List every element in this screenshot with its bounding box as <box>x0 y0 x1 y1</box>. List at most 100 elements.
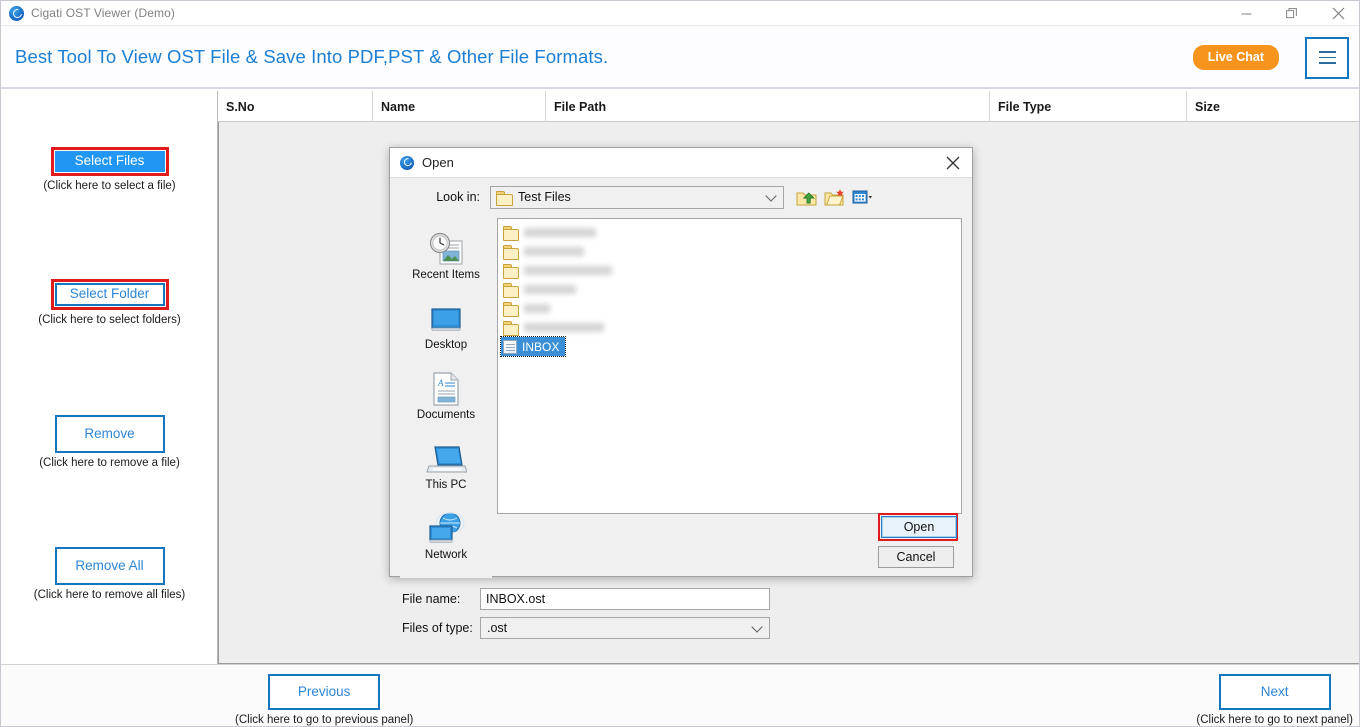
list-item-label <box>524 304 550 313</box>
close-button[interactable] <box>1315 1 1359 26</box>
dialog-fields: File name: Files of type: .ost <box>390 578 972 639</box>
list-item[interactable] <box>501 223 961 242</box>
product-banner: Best Tool To View OST File & Save Into P… <box>1 26 1359 89</box>
banner-actions: Live Chat <box>1192 26 1349 89</box>
hamburger-icon[interactable] <box>1305 36 1349 79</box>
banner-tagline: Best Tool To View OST File & Save Into P… <box>15 45 609 67</box>
remove-all-button[interactable]: Remove All <box>54 547 165 585</box>
list-item-label <box>524 247 584 256</box>
remove-hint: (Click here to remove a file) <box>39 457 180 469</box>
title-bar: Cigati OST Viewer (Demo) <box>1 1 1359 26</box>
column-header-file-type[interactable]: File Type <box>990 91 1187 122</box>
place-label: Network <box>424 549 468 561</box>
table-header-row: S.No Name File Path File Type Size <box>218 91 1359 122</box>
column-header-name[interactable]: Name <box>373 91 546 122</box>
place-this-pc[interactable]: This PC <box>400 438 492 491</box>
previous-button[interactable]: Previous <box>268 674 381 710</box>
select-folder-hint: (Click here to select folders) <box>38 314 181 326</box>
footer-bar: Previous (Click here to go to previous p… <box>1 664 1359 726</box>
remove-block: Remove (Click here to remove a file) <box>1 415 218 469</box>
new-folder-icon[interactable] <box>824 188 845 207</box>
folder-icon <box>503 264 519 279</box>
dialog-title-bar: Open <box>390 148 972 178</box>
look-in-value: Test Files <box>518 190 571 204</box>
select-folder-button[interactable]: Select Folder <box>54 283 165 306</box>
file-name-row: File name: <box>390 588 960 610</box>
files-of-type-row: Files of type: .ost <box>390 617 960 639</box>
open-file-dialog: Open Look in: Test Files Recent Items De… <box>389 147 973 639</box>
place-recent-items[interactable]: Recent Items <box>400 228 492 281</box>
chevron-down-icon <box>751 621 763 633</box>
select-folder-highlight: Select Folder <box>50 279 169 310</box>
this-pc-icon <box>400 438 492 476</box>
list-item[interactable] <box>501 318 961 337</box>
list-item-label <box>524 266 612 275</box>
cigati-logo-icon <box>9 5 24 21</box>
folder-icon <box>496 191 513 206</box>
place-documents[interactable]: A Documents <box>400 368 492 421</box>
application-window: Cigati OST Viewer (Demo) Best Tool To Vi… <box>0 0 1360 727</box>
select-folder-block: Select Folder (Click here to select fold… <box>1 279 218 326</box>
file-icon <box>503 339 517 354</box>
folder-icon <box>503 226 519 241</box>
place-label: Recent Items <box>412 269 480 281</box>
list-item[interactable] <box>501 280 961 299</box>
list-item-label: INBOX <box>522 339 560 354</box>
folder-icon <box>503 302 519 317</box>
dialog-title: Open <box>422 155 454 170</box>
dialog-close-button[interactable] <box>938 150 968 176</box>
chevron-down-icon <box>765 190 777 202</box>
list-item[interactable] <box>501 299 961 318</box>
list-item[interactable] <box>501 261 961 280</box>
cancel-button[interactable]: Cancel <box>878 546 954 568</box>
left-action-panel: Select Files (Click here to select a fil… <box>1 91 218 664</box>
folder-icon <box>503 283 519 298</box>
select-files-hint: (Click here to select a file) <box>43 180 176 192</box>
place-network[interactable]: Network <box>400 508 492 561</box>
list-item-label <box>524 228 596 237</box>
column-header-file-path[interactable]: File Path <box>546 91 990 122</box>
place-label: This PC <box>425 479 467 491</box>
remove-button[interactable]: Remove <box>54 415 165 453</box>
file-name-input[interactable] <box>480 588 770 610</box>
svg-text:A: A <box>437 378 444 388</box>
next-button[interactable]: Next <box>1218 674 1331 710</box>
place-label: Desktop <box>424 339 468 351</box>
window-controls <box>1223 1 1359 26</box>
look-in-label: Look in: <box>436 190 480 204</box>
live-chat-button[interactable]: Live Chat <box>1192 45 1279 70</box>
place-desktop[interactable]: Desktop <box>400 298 492 351</box>
previous-block: Previous (Click here to go to previous p… <box>235 674 413 726</box>
restore-button[interactable] <box>1269 1 1315 26</box>
list-item-selected[interactable]: INBOX <box>500 336 566 357</box>
view-grid-icon[interactable] <box>852 188 873 207</box>
cigati-logo-icon <box>400 155 414 170</box>
open-button-highlight: Open <box>878 513 958 541</box>
recent-items-icon <box>400 228 492 266</box>
files-of-type-combobox[interactable]: .ost <box>480 617 770 639</box>
places-sidebar: Recent Items Desktop A Documents This PC… <box>400 216 492 578</box>
previous-hint: (Click here to go to previous panel) <box>235 714 414 726</box>
place-label: Documents <box>416 409 476 421</box>
minimize-button[interactable] <box>1223 1 1269 26</box>
documents-icon: A <box>400 368 492 406</box>
remove-all-block: Remove All (Click here to remove all fil… <box>1 547 218 601</box>
list-item[interactable] <box>501 242 961 261</box>
select-files-block: Select Files (Click here to select a fil… <box>1 147 218 192</box>
column-header-size[interactable]: Size <box>1187 91 1359 122</box>
next-block: Next (Click here to go to next panel) <box>1196 674 1353 726</box>
window-title: Cigati OST Viewer (Demo) <box>31 6 175 20</box>
network-icon <box>400 508 492 546</box>
open-button[interactable]: Open <box>881 516 957 538</box>
files-of-type-value: .ost <box>487 621 508 635</box>
select-files-highlight: Select Files <box>50 147 169 176</box>
file-list[interactable]: INBOX <box>497 218 962 514</box>
file-name-label: File name: <box>402 592 461 606</box>
dialog-actions: Open Cancel <box>878 513 958 568</box>
folder-up-icon[interactable] <box>796 188 817 207</box>
column-header-sno[interactable]: S.No <box>218 91 373 122</box>
desktop-icon <box>400 298 492 336</box>
look-in-combobox[interactable]: Test Files <box>490 185 784 209</box>
dialog-toolbar <box>796 188 873 207</box>
select-files-button[interactable]: Select Files <box>54 151 165 172</box>
